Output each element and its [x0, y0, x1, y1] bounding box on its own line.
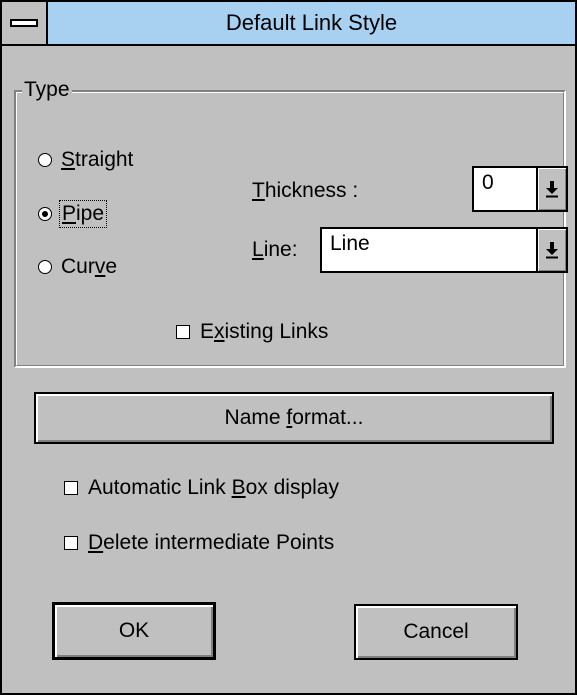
- line-value[interactable]: Line: [330, 232, 370, 256]
- line-combo[interactable]: Line: [320, 227, 568, 273]
- system-menu-bar: [10, 19, 38, 27]
- auto-link-box-checkbox[interactable]: Automatic Link Box display: [64, 476, 339, 500]
- auto-link-box-label-post: ox display: [245, 476, 339, 499]
- existing-links-accelerator: x: [214, 320, 225, 343]
- radio-curve[interactable]: Curve: [38, 255, 117, 279]
- radio-curve-label-pre: Cur: [61, 255, 95, 278]
- radio-pipe[interactable]: Pipe: [38, 200, 108, 228]
- line-label: Line:: [252, 238, 298, 262]
- ok-label: OK: [118, 619, 150, 642]
- cancel-button[interactable]: Cancel: [354, 604, 518, 660]
- thickness-combo[interactable]: 0: [472, 166, 568, 212]
- radio-straight-label-post: traight: [75, 148, 134, 171]
- name-format-button[interactable]: Name format...: [34, 392, 554, 444]
- delete-points-label-post: elete intermediate Points: [103, 531, 335, 554]
- delete-points-check-square[interactable]: [64, 536, 78, 550]
- existing-links-check-square[interactable]: [176, 325, 190, 339]
- thickness-label: Thickness :: [252, 179, 358, 203]
- radio-straight[interactable]: Straight: [38, 148, 133, 172]
- dropdown-arrow-icon[interactable]: [536, 229, 566, 271]
- type-group-label: Type: [22, 78, 72, 102]
- thickness-label-text: hickness :: [264, 179, 359, 202]
- system-menu-icon[interactable]: [2, 2, 48, 44]
- radio-curve-label-post: e: [105, 255, 118, 278]
- dropdown-arrow-icon[interactable]: [536, 168, 566, 210]
- radio-straight-dot[interactable]: [38, 153, 52, 167]
- radio-pipe-label-post: ipe: [76, 202, 105, 225]
- auto-link-box-accelerator: B: [231, 476, 246, 499]
- line-label-text: ine:: [263, 238, 298, 261]
- existing-links-label-pre: E: [200, 320, 215, 343]
- auto-link-box-check-square[interactable]: [64, 481, 78, 495]
- dialog-window: Default Link Style Type Straight Pipe Cu…: [0, 0, 577, 695]
- radio-straight-label: Straight: [61, 148, 133, 172]
- existing-links-checkbox[interactable]: Existing Links: [176, 320, 328, 344]
- name-format-label: Name format...: [225, 406, 364, 430]
- line-accelerator: L: [252, 238, 264, 261]
- auto-link-box-label-pre: Automatic Link: [88, 476, 232, 499]
- auto-link-box-label: Automatic Link Box display: [88, 476, 339, 500]
- radio-pipe-accelerator: P: [62, 202, 77, 225]
- name-format-label-pre: Name: [224, 406, 287, 429]
- ok-button[interactable]: OK: [52, 602, 216, 660]
- thickness-accelerator: T: [252, 179, 265, 202]
- radio-pipe-dot[interactable]: [38, 207, 52, 221]
- delete-points-label: Delete intermediate Points: [88, 531, 334, 555]
- delete-points-checkbox[interactable]: Delete intermediate Points: [64, 531, 334, 555]
- existing-links-label: Existing Links: [200, 320, 328, 344]
- radio-straight-accelerator: S: [61, 148, 76, 171]
- name-format-label-post: ormat...: [292, 406, 364, 429]
- delete-points-accelerator: D: [88, 531, 104, 554]
- title-bar[interactable]: Default Link Style: [2, 2, 575, 46]
- existing-links-label-post: isting Links: [224, 320, 329, 343]
- radio-pipe-label: Pipe: [58, 200, 108, 228]
- radio-curve-dot[interactable]: [38, 260, 52, 274]
- radio-curve-accelerator: v: [94, 255, 106, 278]
- radio-curve-label: Curve: [61, 255, 117, 279]
- dialog-title: Default Link Style: [225, 10, 398, 35]
- cancel-label: Cancel: [403, 620, 469, 643]
- thickness-value[interactable]: 0: [482, 171, 494, 195]
